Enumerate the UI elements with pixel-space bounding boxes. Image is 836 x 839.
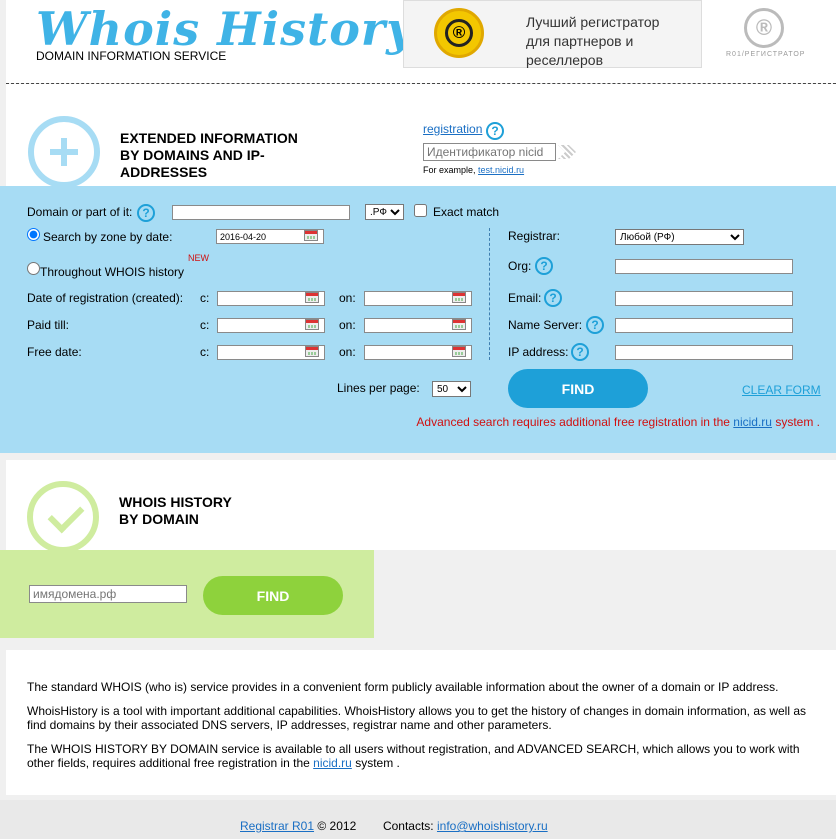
free-on-label: on: bbox=[339, 345, 356, 359]
reg-from-label: c: bbox=[200, 291, 210, 305]
exact-match-label: Exact match bbox=[433, 205, 500, 219]
paid-till-label: Paid till: bbox=[27, 318, 70, 332]
search-by-zone-radio[interactable] bbox=[27, 228, 40, 241]
free-from-calendar-icon[interactable] bbox=[305, 346, 319, 357]
paid-from-label: c: bbox=[200, 318, 210, 332]
extended-title: EXTENDED INFORMATION BY DOMAINS AND IP- … bbox=[120, 130, 298, 180]
clear-form-link[interactable]: CLEAR FORM bbox=[742, 383, 821, 397]
footer-contacts-email[interactable]: info@whoishistory.ru bbox=[437, 819, 548, 833]
email-help-icon[interactable]: ? bbox=[544, 289, 562, 307]
registration-notice: Advanced search requires additional free… bbox=[416, 415, 820, 429]
find-button[interactable]: FIND bbox=[508, 369, 648, 408]
example-text: For example, test.nicid.ru bbox=[423, 165, 525, 175]
notice-nicid-link[interactable]: nicid.ru bbox=[733, 415, 772, 429]
reg-on-calendar-icon[interactable] bbox=[452, 292, 466, 303]
info-paragraph-1: The standard WHOIS (who is) service prov… bbox=[27, 680, 779, 694]
free-from-label: c: bbox=[200, 345, 210, 359]
ip-address-input[interactable] bbox=[615, 345, 793, 360]
paid-on-label: on: bbox=[339, 318, 356, 332]
search-by-zone-label: Search by zone by date: bbox=[43, 230, 173, 244]
domain-name-input[interactable] bbox=[29, 585, 187, 603]
r01-logo-text: R01/РЕГИСТРАТОР bbox=[726, 51, 806, 58]
org-help-icon[interactable]: ? bbox=[535, 257, 553, 275]
exact-match-checkbox[interactable] bbox=[414, 204, 427, 217]
footer-copyright: © 2012 bbox=[317, 819, 357, 833]
paid-from-calendar-icon[interactable] bbox=[305, 319, 319, 330]
footer-contacts-label: Contacts: bbox=[382, 819, 434, 833]
tagline: DOMAIN INFORMATION SERVICE bbox=[36, 49, 227, 63]
free-on-calendar-icon[interactable] bbox=[452, 346, 466, 357]
find-domain-button[interactable]: FIND bbox=[203, 576, 343, 615]
name-server-input[interactable] bbox=[615, 318, 793, 333]
nicid-input[interactable] bbox=[423, 143, 556, 161]
paid-on-calendar-icon[interactable] bbox=[452, 319, 466, 330]
email-label: Email: bbox=[508, 291, 542, 305]
reg-from-calendar-icon[interactable] bbox=[305, 292, 319, 303]
registrar-select[interactable]: Любой (РФ) bbox=[615, 229, 744, 245]
ip-address-label: IP address: bbox=[508, 345, 569, 359]
email-input[interactable] bbox=[615, 291, 793, 306]
lines-per-page-select[interactable]: 50 bbox=[432, 381, 471, 397]
reg-on-label: on: bbox=[339, 291, 356, 305]
banner-text: Лучший регистратор для партнеров и ресел… bbox=[526, 14, 660, 68]
footer-content: Registrar R01 © 2012 Contacts: info@whoi… bbox=[240, 819, 548, 833]
domain-help-icon[interactable]: ? bbox=[137, 204, 155, 222]
partner-banner[interactable]: ® Лучший регистратор для партнеров и рес… bbox=[403, 0, 702, 68]
throughout-label: Throughout WHOIS history bbox=[40, 265, 185, 279]
org-label: Org: bbox=[508, 259, 532, 273]
registration-link[interactable]: registration bbox=[423, 122, 482, 136]
name-server-label: Name Server: bbox=[508, 318, 583, 332]
name-server-help-icon[interactable]: ? bbox=[586, 316, 604, 334]
zone-date-calendar-icon[interactable] bbox=[304, 230, 318, 241]
zone-select[interactable]: .РФ bbox=[365, 204, 404, 220]
site-logo[interactable]: Whois History bbox=[36, 2, 414, 56]
panel-divider bbox=[489, 228, 490, 360]
r01-badge-icon: ® bbox=[434, 8, 484, 58]
registration-help-icon[interactable]: ? bbox=[486, 122, 504, 140]
footer-registrar-link[interactable]: Registrar R01 bbox=[240, 819, 314, 833]
domain-label: Domain or part of it: bbox=[27, 205, 133, 219]
free-date-label: Free date: bbox=[27, 345, 82, 359]
org-input[interactable] bbox=[615, 259, 793, 274]
registered-mark-icon: ® bbox=[445, 19, 473, 47]
ip-help-icon[interactable]: ? bbox=[571, 343, 589, 361]
domain-input[interactable] bbox=[172, 205, 350, 220]
r01-logo-icon[interactable]: ® bbox=[744, 8, 784, 48]
info-paragraph-3: The WHOIS HISTORY BY DOMAIN service is a… bbox=[27, 742, 800, 770]
registrar-label: Registrar: bbox=[508, 229, 561, 243]
example-link[interactable]: test.nicid.ru bbox=[478, 165, 524, 175]
checkmark-circle-icon bbox=[27, 481, 99, 553]
plus-circle-icon bbox=[28, 116, 100, 188]
info-nicid-link[interactable]: nicid.ru bbox=[313, 756, 352, 770]
lines-per-page-label: Lines per page: bbox=[337, 381, 420, 395]
throughout-radio[interactable] bbox=[27, 262, 40, 275]
info-paragraph-2: WhoisHistory is a tool with important ad… bbox=[27, 704, 807, 732]
new-badge: NEW bbox=[188, 253, 209, 263]
by-domain-title: WHOIS HISTORY BY DOMAIN bbox=[119, 494, 232, 527]
date-registration-label: Date of registration (created): bbox=[27, 291, 184, 305]
